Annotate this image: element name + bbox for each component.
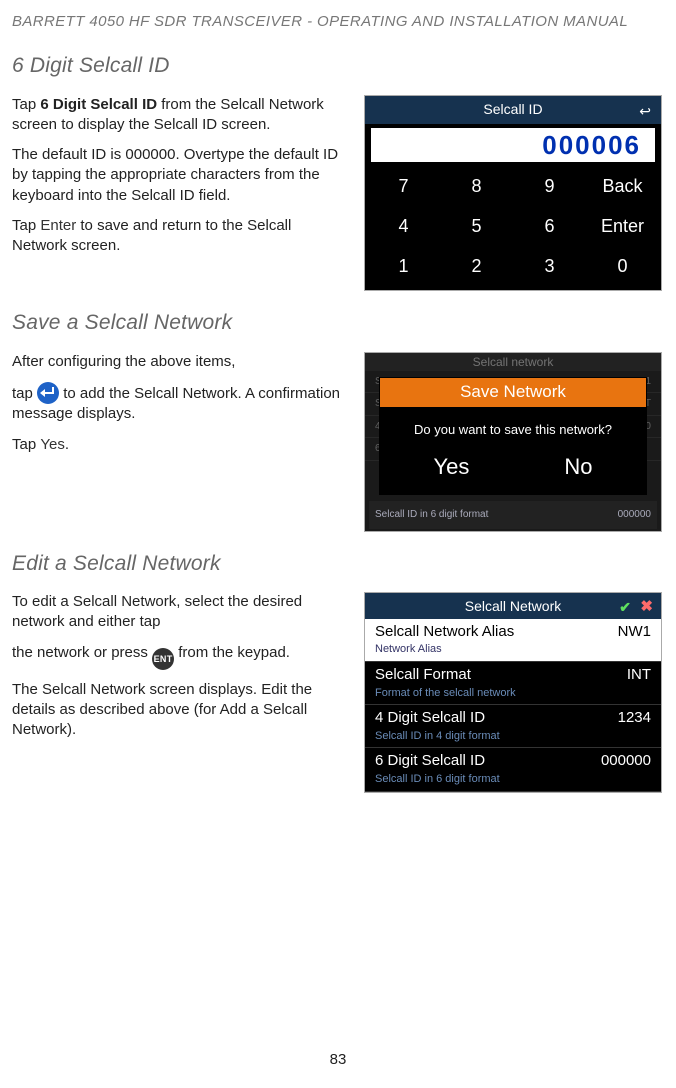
list-item[interactable]: Selcall Network Alias NW1Network Alias [365,619,661,662]
screenshot-save-network: Selcall network SeW1 SeNT 400 6 Save Net… [364,352,662,532]
key-4[interactable]: 4 [369,208,438,244]
row-subtitle: Selcall ID in 4 digit format [375,729,651,744]
key-back[interactable]: Back [588,168,657,204]
back-icon[interactable]: ↩ [639,102,651,121]
key-3[interactable]: 3 [515,248,584,284]
row-value: INT [627,665,651,685]
dialog-yes-button[interactable]: Yes [415,450,487,484]
screenshot-selcall-network: Selcall Network ✔ ✖ Selcall Network Alia… [364,592,662,792]
bg-title: Selcall network [365,353,661,371]
sec1-p2: The default ID is 000000. Overtype the d… [12,145,342,206]
ent-icon: ENT [152,648,174,670]
check-icon[interactable]: ✔ [619,598,631,617]
key-9[interactable]: 9 [515,168,584,204]
close-icon[interactable]: ✖ [640,597,653,617]
key-7[interactable]: 7 [369,168,438,204]
key-6[interactable]: 6 [515,208,584,244]
list-item[interactable]: 6 Digit Selcall ID 000000Selcall ID in 6 … [365,748,661,791]
page-number: 83 [0,1050,676,1070]
sec1-p3: Tap Enter to save and return to the Selc… [12,216,342,257]
dialog-no-button[interactable]: No [546,450,610,484]
selcall-id-field[interactable]: 000006 [371,128,655,162]
row-value: NW1 [618,622,651,642]
key-enter[interactable]: Enter [588,208,657,244]
sec2-p3: Tap Yes. [12,435,342,455]
sec3-p2: the network or press ENT from the keypad… [12,643,342,670]
bg-bottom-right: 000000 [618,508,651,522]
page-header: BARRETT 4050 HF SDR TRANSCEIVER - OPERAT… [12,12,651,32]
key-1[interactable]: 1 [369,248,438,284]
dialog-message: Do you want to save this network? [380,407,646,449]
heading-6-digit-selcall-id: 6 Digit Selcall ID [12,52,651,80]
bg-bottom-left: Selcall ID in 6 digit format [375,508,488,522]
list-item[interactable]: Selcall Format INTFormat of the selcall n… [365,662,661,705]
row-subtitle: Selcall ID in 6 digit format [375,772,651,787]
heading-save-selcall-network: Save a Selcall Network [12,309,651,337]
network-title: Selcall Network [465,597,561,616]
network-titlebar: Selcall Network ✔ ✖ [365,593,661,619]
save-dialog: Save Network Do you want to save this ne… [379,377,647,495]
key-8[interactable]: 8 [442,168,511,204]
screenshot-selcall-id: Selcall ID ↩ 000006 7 8 9 Back 4 5 6 Ent… [364,95,662,292]
sec3-p3: The Selcall Network screen displays. Edi… [12,680,342,741]
dialog-title: Save Network [380,378,646,407]
row-subtitle: Network Alias [375,642,651,657]
sec2-p2: tap to add the Selcall Network. A confir… [12,382,342,425]
key-2[interactable]: 2 [442,248,511,284]
list-item[interactable]: 4 Digit Selcall ID 1234Selcall ID in 4 di… [365,705,661,748]
selcall-id-titlebar: Selcall ID ↩ [365,96,661,124]
row-value: 000000 [601,751,651,771]
row-subtitle: Format of the selcall network [375,686,651,701]
sec1-p1: Tap 6 Digit Selcall ID from the Selcall … [12,95,342,136]
key-5[interactable]: 5 [442,208,511,244]
key-0[interactable]: 0 [588,248,657,284]
row-label: Selcall Network Alias [375,622,514,642]
heading-edit-selcall-network: Edit a Selcall Network [12,550,651,578]
keypad: 7 8 9 Back 4 5 6 Enter 1 2 3 0 [365,164,661,291]
row-label: 4 Digit Selcall ID [375,708,485,728]
row-value: 1234 [618,708,651,728]
sec2-p1: After configuring the above items, [12,352,342,372]
sec3-p1: To edit a Selcall Network, select the de… [12,592,342,633]
selcall-id-title: Selcall ID [483,100,542,119]
row-label: Selcall Format [375,665,471,685]
return-icon [37,382,59,404]
row-label: 6 Digit Selcall ID [375,751,485,771]
